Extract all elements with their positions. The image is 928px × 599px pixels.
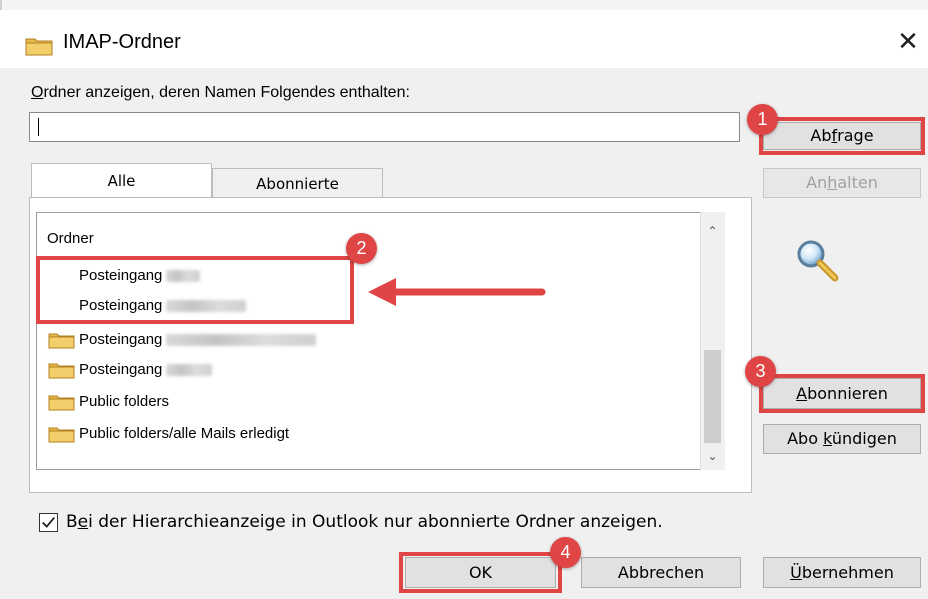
folder-icon <box>48 427 75 443</box>
dialog-window: IMAP-Ordner ✕ Ordner anzeigen, deren Nam… <box>0 0 928 599</box>
annotation-box-ok <box>399 552 562 593</box>
list-item[interactable]: Public folders/alle Mails erledigt <box>48 423 289 445</box>
close-icon[interactable]: ✕ <box>893 26 923 56</box>
scrollbar-thumb[interactable] <box>704 350 721 443</box>
annotation-arrow-icon <box>368 278 546 306</box>
folder-icon <box>48 333 75 349</box>
annotation-box-abfrage <box>759 117 925 155</box>
btn-accesskey: Ü <box>790 563 802 582</box>
annotation-badge-2: 2 <box>346 233 377 264</box>
annotation-badge-4: 4 <box>550 537 581 568</box>
list-item-label: Posteingang <box>79 361 163 378</box>
btn-text: bernehmen <box>801 563 894 582</box>
checkmark-icon <box>42 516 55 528</box>
redacted-text <box>166 334 317 347</box>
abbrechen-button[interactable]: Abbrechen <box>581 557 741 588</box>
label-accesskey: e <box>77 512 89 532</box>
list-item[interactable]: Posteingang <box>48 329 317 351</box>
search-animation-icon <box>797 240 839 282</box>
btn-text: Abo <box>787 429 824 448</box>
tab-alle[interactable]: Alle <box>31 163 212 198</box>
list-item-label: Public folders <box>79 393 170 410</box>
tab-abonnierte[interactable]: Abonnierte <box>212 168 383 198</box>
column-header-ordner[interactable]: Ordner <box>47 230 94 247</box>
btn-text: An <box>806 173 828 192</box>
list-item-label: Public folders/alle Mails erledigt <box>79 425 290 442</box>
annotation-badge-1: 1 <box>747 104 778 135</box>
btn-accesskey: k <box>823 429 832 448</box>
btn-text: ündigen <box>831 429 897 448</box>
annotation-box-posteingang <box>36 256 354 324</box>
filter-input[interactable] <box>29 112 740 142</box>
label-text: B <box>66 512 78 532</box>
subscribed-only-checkbox[interactable] <box>39 513 58 532</box>
label-text: i der Hierarchieanzeige in Outlook nur a… <box>88 512 663 532</box>
anhalten-button[interactable]: Anhalten <box>763 168 921 198</box>
annotation-box-abonnieren <box>759 374 925 413</box>
btn-text: alten <box>837 173 878 192</box>
filter-label-text: rdner anzeigen, deren Namen Folgendes en… <box>43 84 410 101</box>
subscribed-only-label: Bei der Hierarchieanzeige in Outlook nur… <box>66 512 663 532</box>
scroll-up-icon[interactable]: ⌃ <box>700 220 725 242</box>
list-item[interactable]: Public folders <box>48 391 169 413</box>
btn-accesskey: h <box>827 173 838 192</box>
annotation-badge-3: 3 <box>745 356 776 387</box>
list-item-label: Posteingang <box>79 331 163 348</box>
filter-label-accesskey: O <box>31 84 44 101</box>
abo-kuendigen-button[interactable]: Abo kündigen <box>763 424 921 454</box>
window-title: IMAP-Ordner <box>63 31 181 53</box>
uebernehmen-button[interactable]: Übernehmen <box>763 557 921 588</box>
list-item[interactable]: Posteingang <box>48 359 213 381</box>
scroll-down-icon[interactable]: ⌄ <box>700 445 725 467</box>
background-strip <box>0 0 928 10</box>
redacted-text <box>166 364 213 377</box>
filter-label: Ordner anzeigen, deren Namen Folgendes e… <box>31 84 410 102</box>
text-caret <box>38 118 39 136</box>
folder-icon <box>48 363 75 379</box>
folder-icon <box>48 395 75 411</box>
folder-icon <box>25 38 53 56</box>
